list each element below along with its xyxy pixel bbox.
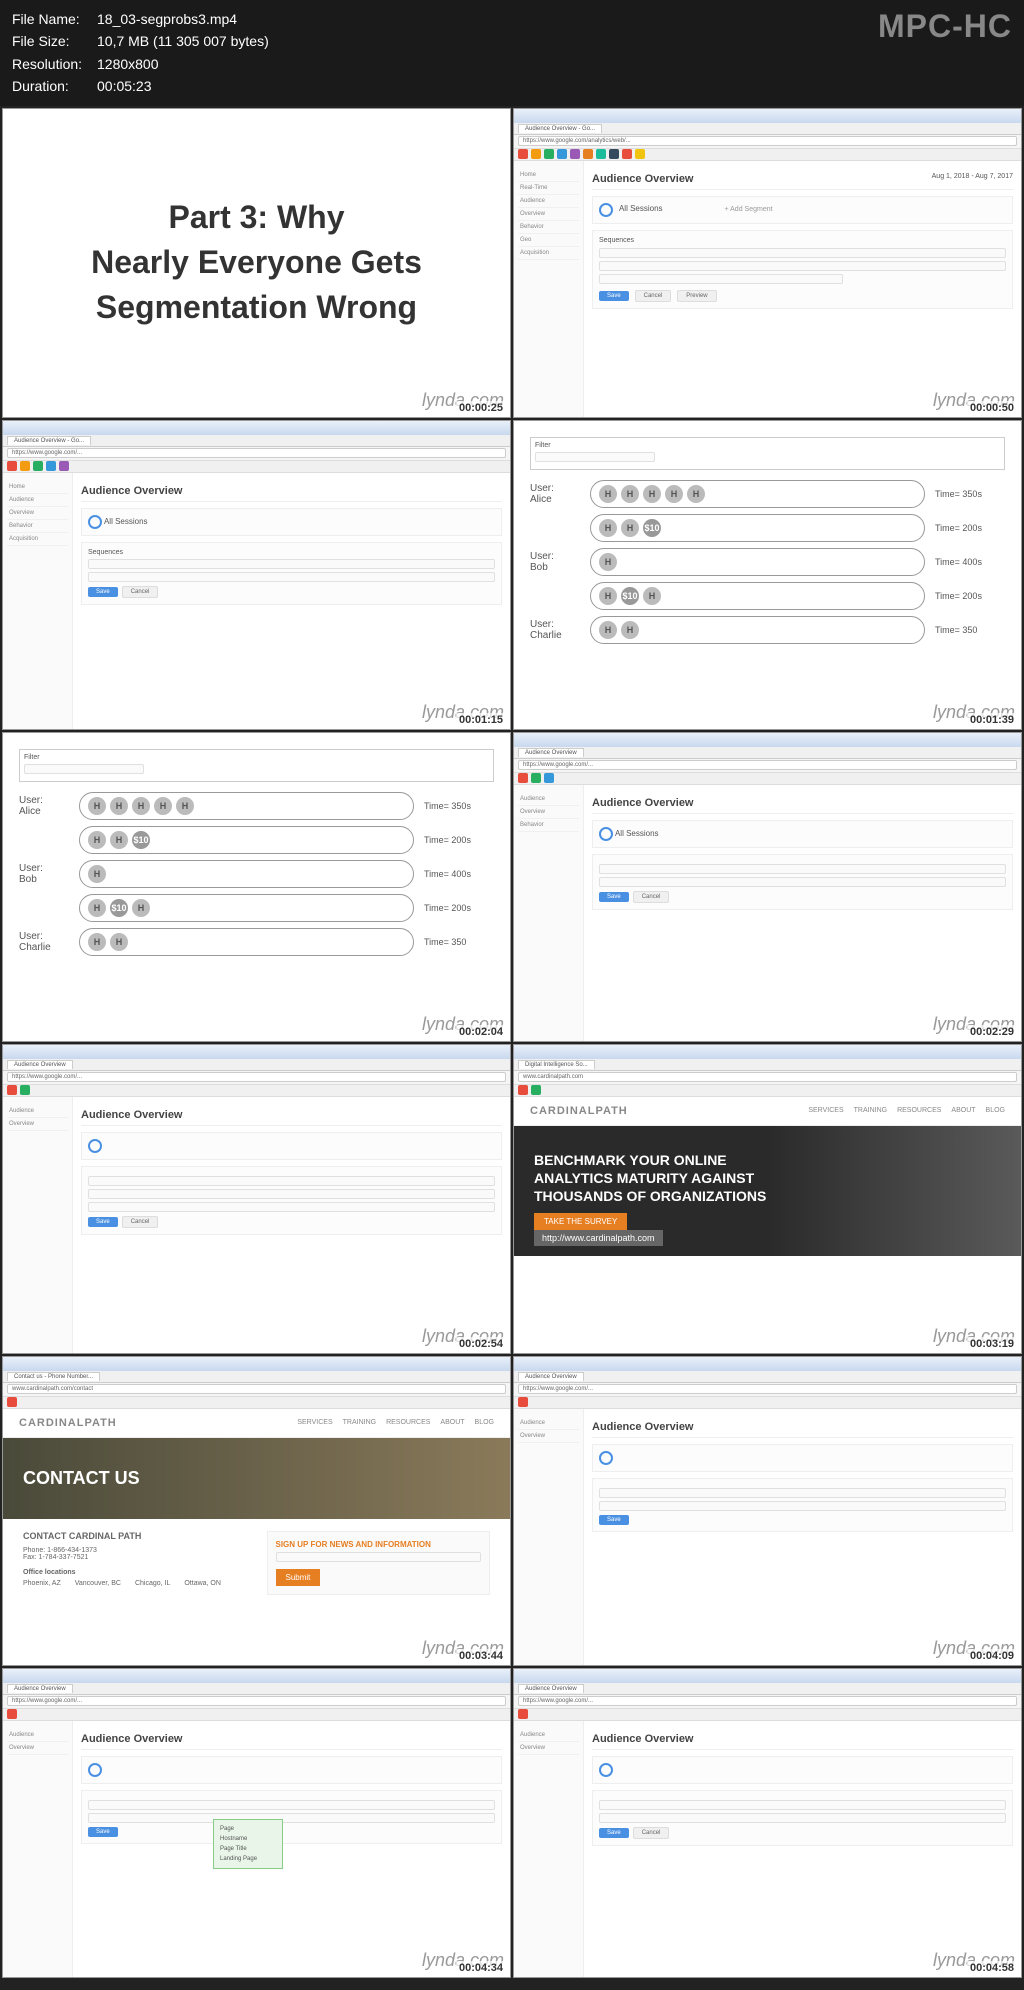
window-titlebar (514, 109, 1021, 123)
thumbnail-7[interactable]: Audience Overview https://www.google.com… (2, 1044, 511, 1354)
thumbnail-9[interactable]: Contact us - Phone Number... www.cardina… (2, 1356, 511, 1666)
cardinalpath-logo: CARDINALPATH (530, 1105, 628, 1117)
thumbnail-2[interactable]: Audience Overview - Go... https://www.go… (513, 108, 1022, 418)
submit-button[interactable]: Submit (276, 1569, 321, 1586)
contact-hero: CONTACT US (3, 1438, 510, 1519)
cancel-button[interactable]: Cancel (635, 290, 672, 302)
thumbnail-1[interactable]: Part 3: Why Nearly Everyone Gets Segment… (2, 108, 511, 418)
thumbnail-12[interactable]: Audience Overview https://www.google.com… (513, 1668, 1022, 1978)
url-bar[interactable]: https://www.google.com/analytics/web/... (518, 136, 1017, 146)
segment-circle-icon (599, 203, 613, 217)
bookmarks-bar (514, 149, 1021, 161)
thumbnail-grid: Part 3: Why Nearly Everyone Gets Segment… (0, 106, 1024, 1980)
thumbnail-3[interactable]: Audience Overview - Go... https://www.go… (2, 420, 511, 730)
thumbnail-6[interactable]: Audience Overview https://www.google.com… (513, 732, 1022, 1042)
dropdown-menu[interactable]: PageHostnamePage TitleLanding Page (213, 1819, 283, 1869)
main-nav[interactable]: SERVICESTRAININGRESOURCESABOUTBLOG (808, 1107, 1005, 1114)
thumbnail-5[interactable]: Filter User: AliceHHHHHTime= 350sHH$10Ti… (2, 732, 511, 1042)
app-name: MPC-HC (878, 8, 1012, 45)
slide-title: Part 3: Why Nearly Everyone Gets Segment… (91, 195, 422, 329)
thumbnail-8[interactable]: Digital Intelligence So... www.cardinalp… (513, 1044, 1022, 1354)
filename-value: 18_03-segprobs3.mp4 (97, 8, 237, 30)
browser-tab[interactable]: Audience Overview - Go... (518, 124, 602, 133)
ga-sidebar[interactable]: HomeReal-TimeAudienceOverviewBehaviorGeo… (514, 161, 584, 417)
preview-button[interactable]: Preview (677, 290, 716, 302)
page-title: Audience Overview (592, 173, 694, 185)
duration-label: Duration: (12, 75, 97, 97)
thumbnail-4[interactable]: Filter User: AliceHHHHHTime= 350sHH$10Ti… (513, 420, 1022, 730)
filesize-label: File Size: (12, 30, 97, 52)
hero-title: BENCHMARK YOUR ONLINE ANALYTICS MATURITY… (534, 1151, 784, 1206)
cta-button[interactable]: TAKE THE SURVEY (534, 1213, 627, 1230)
resolution-value: 1280x800 (97, 53, 159, 75)
file-info-header: File Name:18_03-segprobs3.mp4 File Size:… (0, 0, 1024, 106)
resolution-label: Resolution: (12, 53, 97, 75)
timestamp: 00:00:25 (456, 401, 506, 415)
filename-label: File Name: (12, 8, 97, 30)
url-overlay: http://www.cardinalpath.com (534, 1230, 663, 1246)
thumbnail-10[interactable]: Audience Overview https://www.google.com… (513, 1356, 1022, 1666)
duration-value: 00:05:23 (97, 75, 152, 97)
thumbnail-11[interactable]: Audience Overview https://www.google.com… (2, 1668, 511, 1978)
filesize-value: 10,7 MB (11 305 007 bytes) (97, 30, 269, 52)
save-button[interactable]: Save (599, 291, 629, 301)
timestamp: 00:00:50 (967, 401, 1017, 415)
